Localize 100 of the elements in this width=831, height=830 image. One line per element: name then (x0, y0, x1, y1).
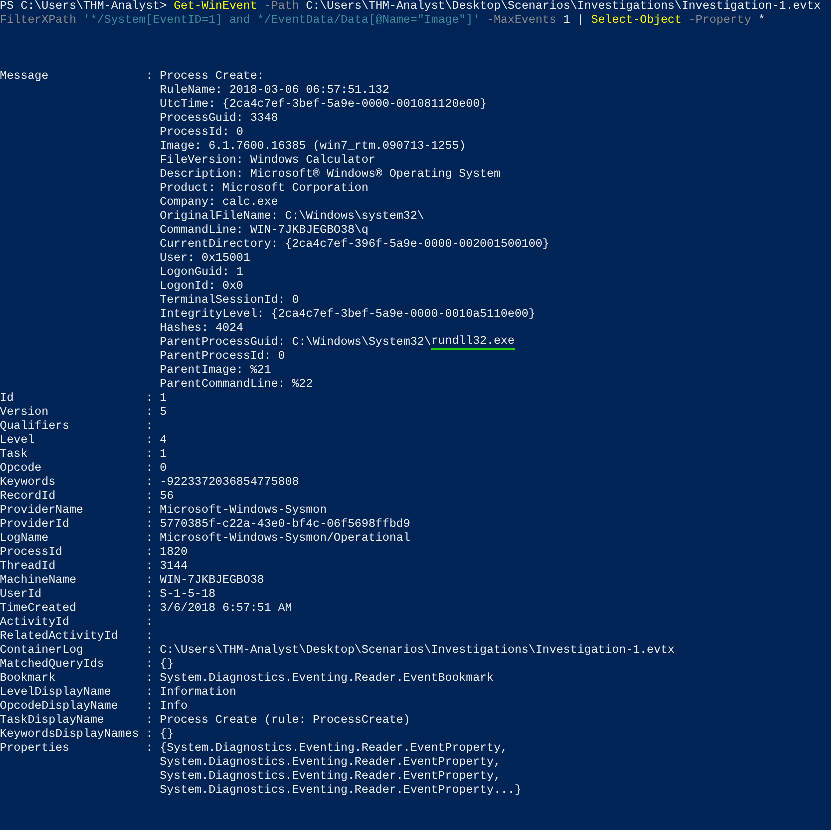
underlined-value-text: rundll32.exe (431, 336, 515, 350)
property-value: Info (160, 700, 188, 714)
colon-separator: : (146, 406, 154, 420)
property-value: 56 (160, 490, 174, 504)
colon-separator: : (146, 448, 154, 462)
property-value: 0 (160, 462, 167, 476)
colon-separator: : (146, 728, 154, 742)
property-value: 5 (160, 406, 167, 420)
colon-separator: : (146, 686, 154, 700)
colon-separator: : (146, 700, 154, 714)
colon-separator: : (146, 616, 154, 630)
parameter-name: FilterXPath (0, 14, 77, 28)
property-value: 5770385f-c22a-43e0-bf4c-06f5698ffbd9 (160, 518, 410, 532)
property-value: UtcTime: {2ca4c7ef-3bef-5a9e-0000-001081120e00} (160, 98, 487, 112)
property-value: 3144 (160, 560, 188, 574)
property-value: Microsoft-Windows-Sysmon/Operational (160, 532, 410, 546)
property-value: ProcessGuid: 3348 (160, 112, 278, 126)
property-value: C:\Users\THM-Analyst\Desktop\Scenarios\Investigations\Investigation-1.evtx (160, 644, 675, 658)
property-value: Company: calc.exe (160, 196, 278, 210)
property-value: Hashes: 4024 (160, 322, 244, 336)
property-name: TaskDisplayName (0, 714, 106, 728)
property-value: ParentImage: %21 (160, 364, 272, 378)
property-value: S-1-5-18 (160, 588, 216, 602)
property-name: Opcode (0, 462, 43, 476)
property-value: 1 (160, 448, 167, 462)
property-value: System.Diagnostics.Eventing.Reader.EventProperty, (160, 770, 501, 784)
property-value: System.Diagnostics.Eventing.Reader.EventBookmark (160, 672, 494, 686)
colon-separator: : (146, 392, 154, 406)
colon-separator: : (146, 504, 154, 518)
command-argument: | (576, 14, 584, 28)
string-literal: '*/System[EventID=1] and */EventData/Data[@Name="Image"]' (82, 14, 480, 28)
colon-separator: : (146, 588, 154, 602)
colon-separator: : (146, 644, 154, 658)
parameter-name: -MaxEvents (486, 14, 557, 28)
property-value: System.Diagnostics.Eventing.Reader.EventProperty...} (160, 784, 522, 798)
property-value: Image: 6.1.7600.16385 (win7_rtm.090713-1255) (160, 140, 466, 154)
command-argument: 1 (562, 14, 571, 28)
property-value: User: 0x15001 (160, 252, 250, 266)
property-value: Information (160, 686, 237, 700)
property-name: ContainerLog (0, 644, 84, 658)
colon-separator: : (146, 518, 154, 532)
colon-separator: : (146, 742, 154, 757)
property-name: Bookmark (0, 672, 57, 686)
colon-separator: : (146, 560, 154, 574)
colon-separator: : (146, 546, 154, 560)
property-name: ActivityId (0, 616, 71, 630)
colon-separator: : (146, 672, 154, 686)
colon-separator: : (146, 658, 154, 672)
property-name: LevelDisplayName (0, 686, 112, 700)
property-name: Qualifiers (0, 420, 71, 434)
property-name: Properties (0, 742, 71, 757)
property-value: OriginalFileName: C:\Windows\system32\ (160, 210, 424, 224)
cmdlet-name: Select-Object (590, 14, 682, 28)
property-name: Keywords (0, 476, 57, 490)
property-name: RelatedActivityId (0, 630, 120, 644)
command-argument: * (757, 14, 766, 28)
property-value: 4 (160, 434, 167, 448)
property-value: System.Diagnostics.Eventing.Reader.EventProperty, (160, 756, 501, 770)
colon-separator: : (146, 574, 154, 588)
parameter-name: -Path (263, 0, 300, 14)
property-name: TimeCreated (0, 602, 78, 616)
property-value: RuleName: 2018-03-06 06:57:51.132 (160, 84, 390, 98)
shell-prompt: PS C:\Users\THM-Analyst> (0, 0, 168, 14)
property-name: OpcodeDisplayName (0, 700, 120, 714)
property-value: Process Create (rule: ProcessCreate) (160, 714, 410, 728)
property-name: ProviderId (0, 518, 71, 532)
property-value: 1 (160, 392, 167, 406)
property-value: Process Create: (160, 70, 264, 84)
colon-separator: : (146, 462, 154, 476)
colon-separator: : (146, 476, 154, 490)
property-value: 1820 (160, 546, 188, 560)
property-name: UserId (0, 588, 43, 602)
property-value: 3/6/2018 6:57:51 AM (160, 602, 292, 616)
property-name: Version (0, 406, 50, 420)
property-value: {} (160, 658, 174, 672)
colon-separator: : (146, 602, 154, 616)
property-value: ParentProcessId: 0 (160, 350, 286, 364)
cmdlet-name: Get-WinEvent (174, 0, 258, 14)
property-value: TerminalSessionId: 0 (160, 294, 300, 308)
property-value: Microsoft-Windows-Sysmon (160, 504, 327, 518)
property-value: ProcessId: 0 (160, 126, 244, 140)
property-name: RecordId (0, 490, 57, 504)
property-name: ThreadId (0, 560, 57, 574)
property-value: -9223372036854775808 (160, 476, 300, 490)
property-name: MachineName (0, 574, 78, 588)
property-name: MatchedQueryIds (0, 658, 106, 672)
property-name: KeywordsDisplayNames (0, 728, 140, 742)
colon-separator: : (146, 434, 154, 448)
property-value: ParentCommandLine: %22 (160, 378, 314, 392)
property-value: ParentProcessGuid: C:\Windows\System32\ (160, 336, 432, 350)
property-name: Level (0, 434, 36, 448)
colon-separator: : (146, 490, 154, 504)
colon-separator: : (146, 630, 154, 644)
property-value: {System.Diagnostics.Eventing.Reader.EventProperty, (160, 742, 508, 756)
property-value: CommandLine: WIN-7JKBJEGBO38\q (160, 224, 369, 238)
property-value: FileVersion: Windows Calculator (160, 154, 376, 168)
property-value: IntegrityLevel: {2ca4c7ef-3bef-5a9e-0000-0010a5110e00} (160, 308, 536, 322)
property-value: Product: Microsoft Corporation (160, 182, 369, 196)
property-name: LogName (0, 532, 50, 546)
property-value: Description: Microsoft® Windows® Operating System (160, 168, 501, 182)
